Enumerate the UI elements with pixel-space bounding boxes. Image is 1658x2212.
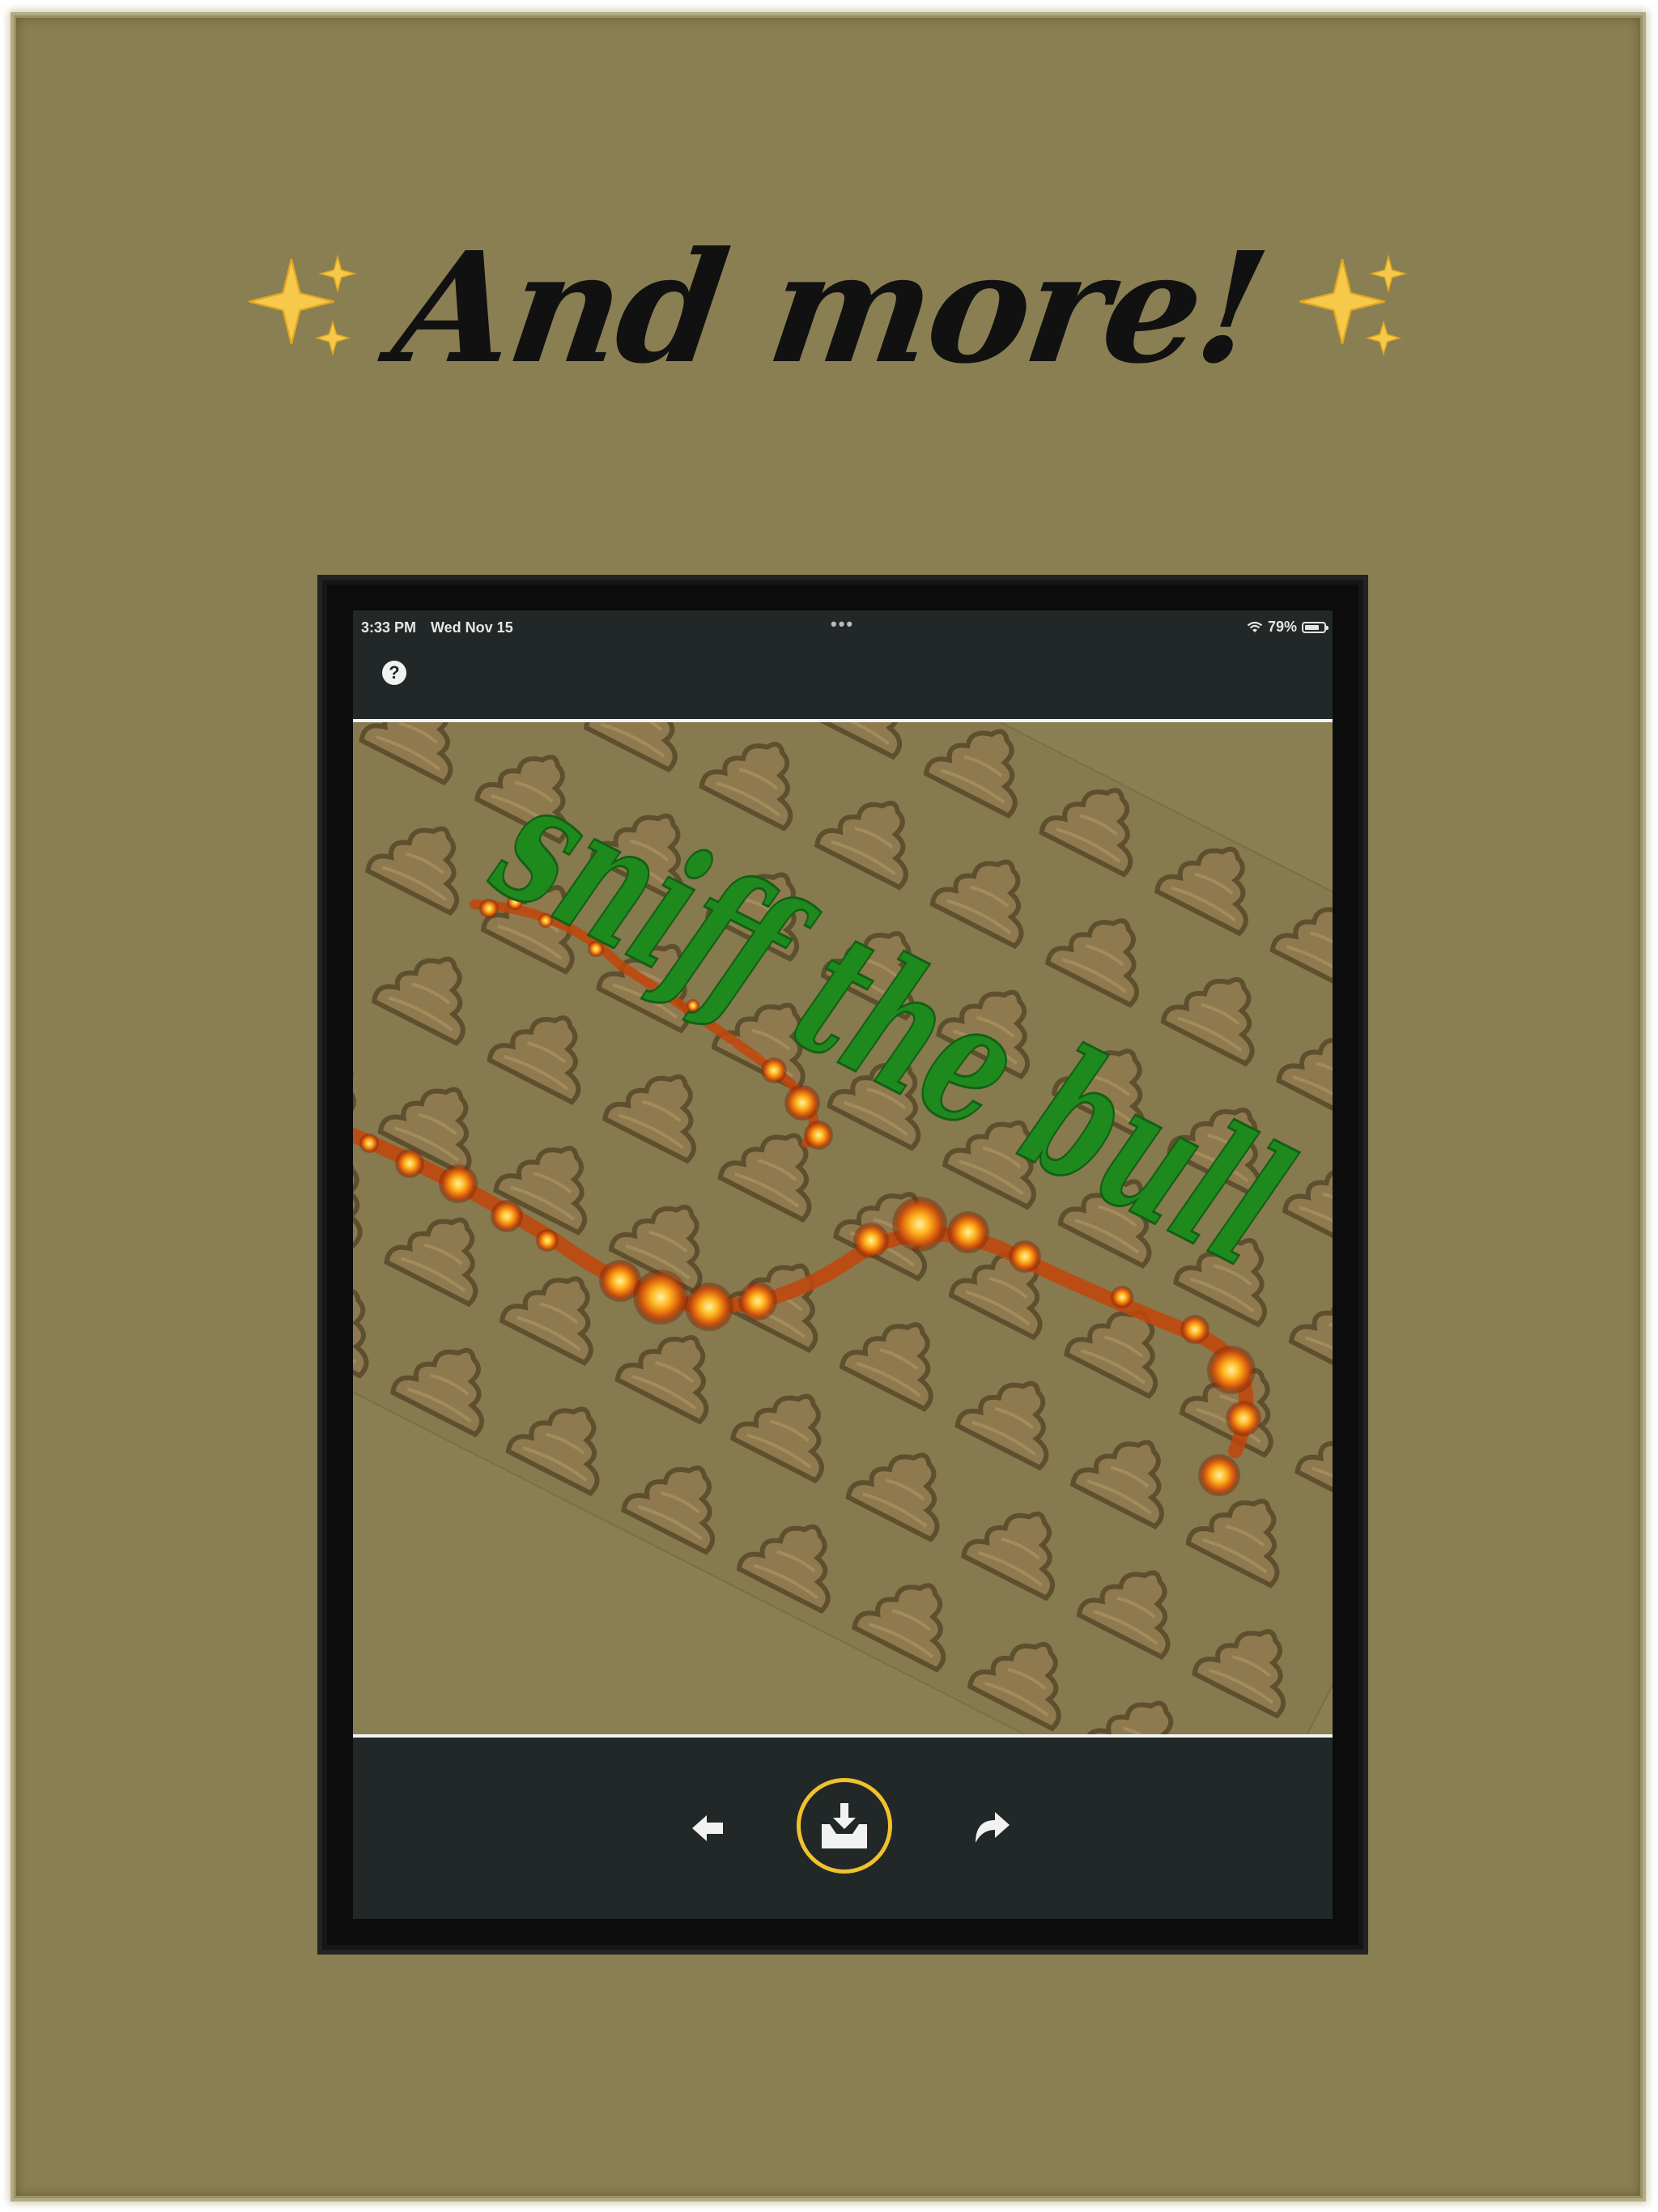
question-circle-icon[interactable]: ? [382,661,406,685]
sparkles-icon [1299,254,1409,356]
tablet-device: 3:33 PM Wed Nov 15 ••• 79% ? sniff the [317,575,1368,1955]
meme-canvas[interactable]: sniff the bull [353,722,1333,1734]
status-time: 3:33 PM [361,619,417,636]
back-button[interactable] [689,1809,728,1848]
multitasking-dots-icon[interactable]: ••• [831,614,854,635]
forward-button[interactable] [970,1807,1012,1849]
meme-artwork: sniff the bull [353,722,1333,1734]
headline: And more! [0,202,1658,413]
battery-icon [1302,621,1329,633]
battery-percent: 79% [1267,619,1297,635]
download-tray-icon [822,1803,867,1848]
back-arrow-icon [692,1815,723,1841]
status-date: Wed Nov 15 [431,619,513,636]
status-bar: 3:33 PM Wed Nov 15 ••• 79% [353,610,1333,643]
app-screen: 3:33 PM Wed Nov 15 ••• 79% ? sniff the [353,610,1333,1919]
status-indicators: 79% [1247,619,1329,636]
battery-nub [1326,625,1329,630]
bottom-toolbar [353,1738,1333,1919]
wifi-icon [1247,621,1263,632]
battery-fill [1305,624,1319,630]
headline-text: And more! [383,218,1275,398]
forward-arrow-icon [976,1812,1010,1843]
sparkles-icon [248,254,357,356]
save-button[interactable] [797,1778,892,1874]
